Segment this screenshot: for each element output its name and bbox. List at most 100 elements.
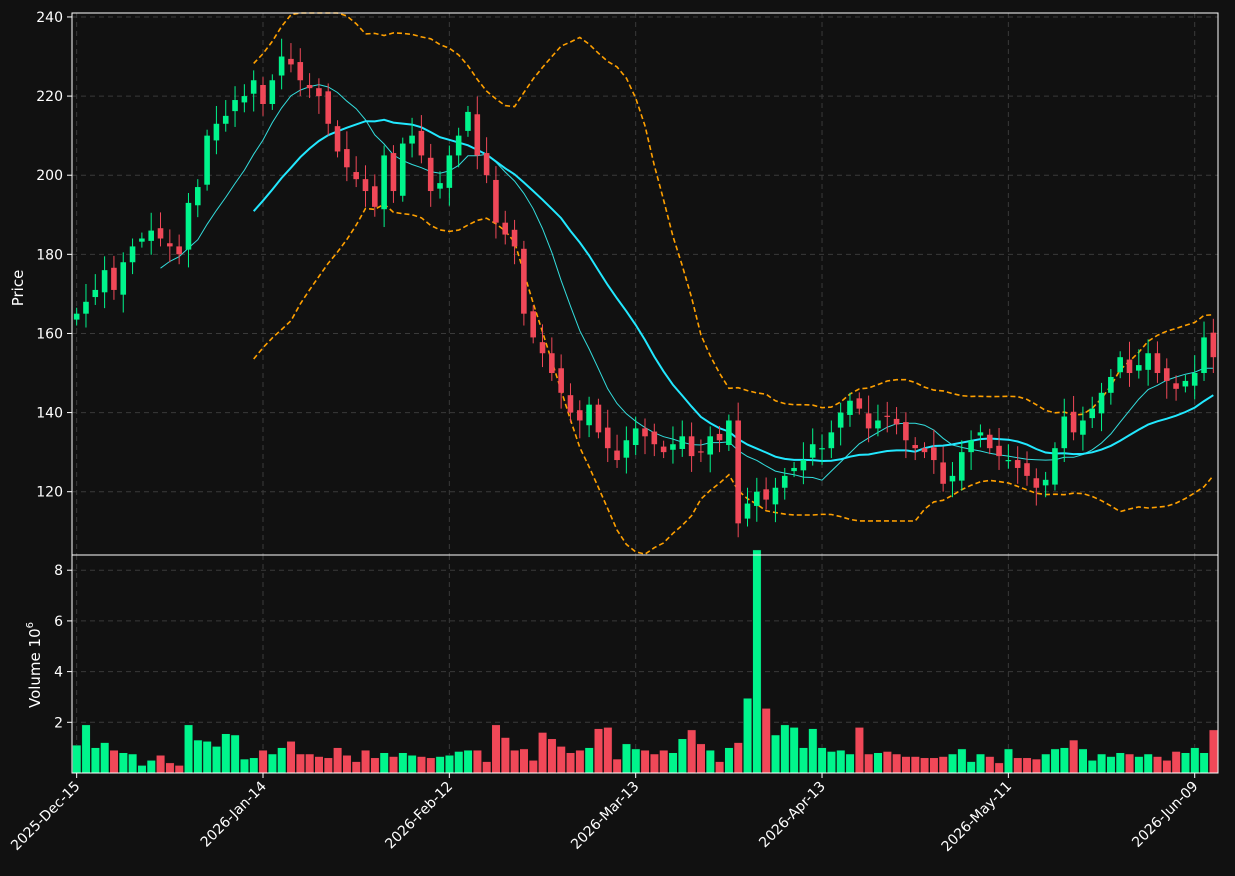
candle-body: [1061, 416, 1068, 449]
candle-body: [1005, 460, 1012, 462]
volume-bar: [146, 760, 156, 774]
candle-body: [418, 130, 425, 156]
candle-body: [912, 445, 918, 449]
volume-bar: [668, 752, 678, 774]
candle-body: [698, 451, 704, 453]
candle-body: [362, 179, 369, 192]
volume-bar: [1069, 739, 1079, 774]
volume-bar: [361, 749, 371, 774]
candle-body: [390, 153, 397, 192]
volume-bar: [389, 756, 399, 774]
volume-bar: [444, 755, 454, 774]
candle-body: [483, 153, 490, 176]
candle-body: [726, 420, 732, 446]
candle-body: [800, 460, 807, 471]
candle-body: [1080, 420, 1086, 435]
candle-body: [1191, 373, 1198, 386]
volume-bar: [864, 753, 874, 774]
candle-body: [1117, 357, 1123, 373]
candle-body: [437, 183, 443, 189]
candle-body: [819, 448, 825, 450]
volume-bar: [500, 737, 510, 774]
volume-bar: [370, 757, 380, 774]
candle-body: [893, 418, 900, 425]
candle-body: [334, 126, 341, 152]
candle-body: [1210, 332, 1217, 358]
candle-body: [493, 179, 499, 223]
candle-body: [194, 187, 201, 206]
volume-bar: [920, 757, 930, 774]
candle-body: [73, 313, 80, 320]
volume-bar: [1190, 747, 1200, 774]
volume-bar: [985, 756, 995, 774]
volume-bar: [733, 742, 743, 774]
candle-body: [1014, 460, 1021, 468]
stock-chart: 120140160180200220240 2468 2025-Dec-15 20…: [0, 0, 1235, 876]
volume-bar: [556, 746, 566, 774]
volume-bar: [882, 751, 892, 774]
candle-body: [465, 111, 471, 131]
volume-bar: [845, 753, 855, 774]
volume-bar: [165, 762, 175, 774]
volume-bar: [1171, 751, 1181, 774]
volume-bar: [603, 727, 613, 774]
volume-bar: [687, 729, 697, 774]
candle-body: [269, 80, 276, 104]
candle-body: [754, 491, 760, 506]
volume-bar: [1050, 748, 1060, 774]
volume-bar: [1143, 753, 1153, 774]
volume-bar: [81, 724, 91, 774]
candle-body: [1145, 353, 1151, 370]
candle-body: [213, 123, 220, 141]
volume-bar: [1013, 757, 1023, 774]
candle-body: [101, 270, 108, 293]
candle-body: [1108, 376, 1114, 393]
volume-bar: [1022, 757, 1032, 774]
volume-bar: [528, 760, 538, 774]
volume-bar: [547, 738, 557, 774]
volume-bar: [910, 756, 920, 774]
volume-exponent-power: 6: [25, 622, 36, 628]
candle-body: [446, 155, 453, 188]
volume-axis-label-text: Volume: [26, 652, 44, 708]
volume-bar: [798, 747, 808, 774]
volume-bar: [631, 748, 641, 774]
volume-exponent-base: 10: [26, 628, 44, 647]
candle-body: [707, 436, 714, 455]
volume-bar: [323, 757, 333, 774]
candle-body: [92, 289, 99, 298]
candle-body: [977, 432, 984, 436]
candle-body: [260, 85, 266, 104]
candle-body: [735, 420, 741, 524]
volume-bar: [1180, 752, 1190, 774]
candle-body: [502, 222, 509, 235]
volume-bar: [705, 749, 715, 774]
volume-bar: [649, 753, 659, 774]
candle-body: [204, 135, 210, 185]
candle-body: [1070, 411, 1077, 433]
candle-body: [111, 267, 117, 290]
candle-body: [1173, 383, 1179, 389]
volume-bar: [892, 753, 902, 774]
volume-bar: [416, 756, 426, 774]
candle-body: [837, 412, 844, 428]
volume-bar: [1134, 756, 1144, 774]
volume-bar: [137, 765, 147, 774]
volume-bar: [752, 549, 762, 774]
candle-body: [539, 342, 546, 354]
candle-body: [791, 467, 797, 472]
candle-body: [688, 436, 695, 457]
candle-body: [157, 228, 164, 239]
candle-body: [353, 172, 359, 180]
candle-body: [763, 489, 769, 500]
candle-body: [148, 230, 154, 241]
candle-body: [940, 462, 946, 484]
candle-body: [651, 431, 658, 445]
volume-bar: [249, 757, 259, 774]
candle-body: [614, 450, 620, 461]
volume-bar: [789, 727, 799, 774]
volume-bar: [333, 747, 343, 774]
volume-bar: [407, 755, 417, 774]
volume-bar: [659, 749, 669, 774]
candle-body: [427, 157, 434, 192]
